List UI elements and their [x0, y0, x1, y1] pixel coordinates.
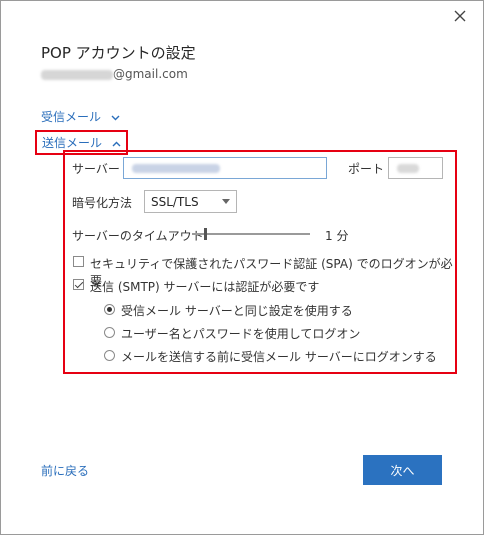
chevron-up-icon [112, 141, 121, 146]
email-redacted-prefix [41, 69, 113, 80]
incoming-mail-toggle[interactable]: 受信メール [41, 108, 120, 125]
timeout-slider[interactable] [192, 228, 310, 240]
outgoing-mail-label: 送信メール [42, 136, 103, 150]
radio-logon-incoming-first[interactable] [104, 350, 115, 361]
radio-username-password[interactable] [104, 327, 115, 338]
server-input[interactable] [123, 157, 327, 179]
port-input[interactable] [388, 157, 443, 179]
incoming-mail-label: 受信メール [41, 110, 102, 124]
timeout-label: サーバーのタイムアウト [72, 229, 204, 243]
port-label: ポート [348, 162, 385, 176]
radio-username-password-label: ユーザー名とパスワードを使用してログオン [121, 327, 361, 341]
slider-track [192, 233, 310, 235]
port-value-redacted [397, 164, 419, 173]
next-button[interactable]: 次へ [363, 455, 442, 485]
encryption-label: 暗号化方法 [72, 196, 133, 210]
server-value-redacted [132, 164, 220, 173]
dropdown-arrow-icon [222, 199, 230, 204]
smtp-auth-checkbox[interactable] [73, 279, 84, 290]
outgoing-settings-panel: サーバー ポート 暗号化方法 SSL/TLS サーバーのタイムアウト 1 分 セ… [63, 150, 457, 374]
radio-same-as-incoming[interactable] [104, 304, 115, 315]
email-suffix: @gmail.com [113, 67, 188, 81]
slider-thumb[interactable] [204, 228, 207, 240]
encryption-value: SSL/TLS [151, 195, 199, 209]
encryption-select[interactable]: SSL/TLS [144, 190, 237, 213]
spa-checkbox[interactable] [73, 256, 84, 267]
back-link[interactable]: 前に戻る [41, 462, 89, 479]
smtp-auth-label: 送信 (SMTP) サーバーには認証が必要です [90, 280, 320, 294]
close-icon[interactable] [452, 8, 468, 24]
dialog-title: POP アカウントの設定 [41, 44, 196, 62]
account-email: @gmail.com [41, 67, 188, 81]
chevron-down-icon [111, 115, 120, 120]
server-label: サーバー [72, 162, 120, 176]
radio-logon-incoming-first-label: メールを送信する前に受信メール サーバーにログオンする [121, 350, 437, 364]
radio-same-as-incoming-label: 受信メール サーバーと同じ設定を使用する [121, 304, 353, 318]
timeout-value: 1 分 [325, 229, 349, 243]
